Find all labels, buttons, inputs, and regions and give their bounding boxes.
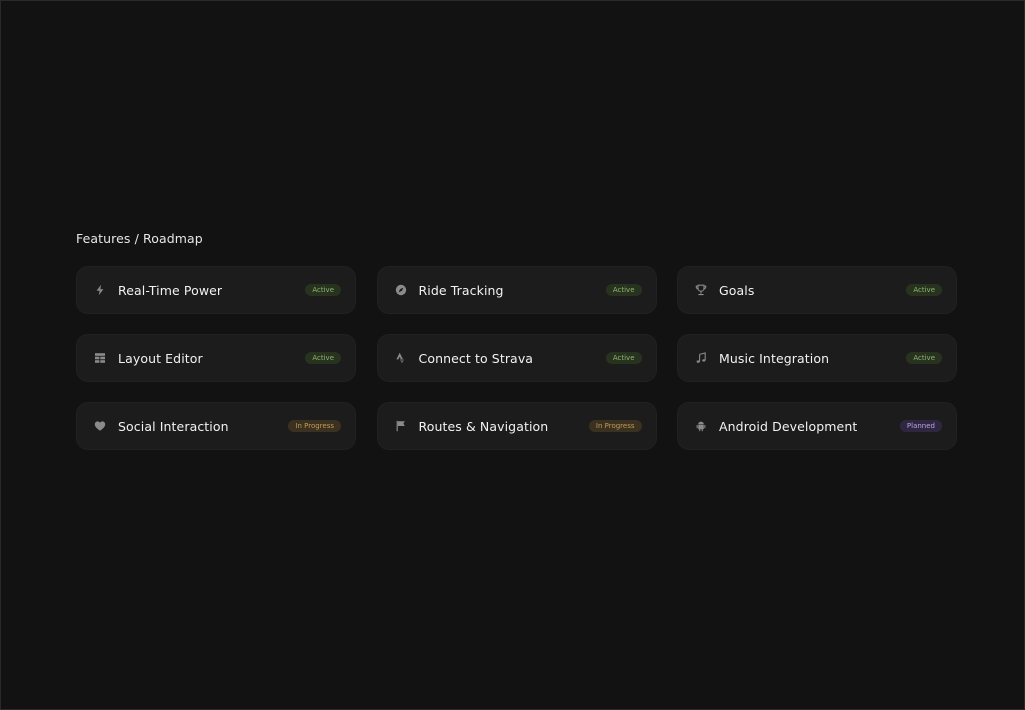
feature-label: Music Integration <box>719 350 830 366</box>
trophy-icon <box>695 284 707 296</box>
status-badge: In Progress <box>588 420 642 432</box>
feature-card-layout-editor[interactable]: Layout Editor Active <box>76 334 356 382</box>
flag-icon <box>395 420 407 432</box>
status-badge: Active <box>305 352 341 364</box>
status-badge: Active <box>605 352 642 364</box>
feature-label: Ride Tracking <box>418 282 504 298</box>
feature-label: Goals <box>719 282 755 298</box>
feature-card-android-development[interactable]: Android Development Planned <box>677 402 957 450</box>
features-grid: Real-Time Power Active Ride Tracking Act… <box>76 266 957 450</box>
feature-card-ride-tracking[interactable]: Ride Tracking Active <box>376 266 657 314</box>
feature-card-connect-to-strava[interactable]: Connect to Strava Active <box>376 334 657 382</box>
feature-label: Routes & Navigation <box>418 418 549 434</box>
heart-icon <box>94 420 106 432</box>
feature-card-music-integration[interactable]: Music Integration Active <box>677 334 957 382</box>
features-roadmap-section: Features / Roadmap Real-Time Power Activ… <box>76 231 957 450</box>
feature-label: Social Interaction <box>118 418 229 434</box>
music-note-icon <box>695 352 707 364</box>
feature-card-goals[interactable]: Goals Active <box>677 266 957 314</box>
status-badge: Planned <box>899 420 942 432</box>
compass-icon <box>395 284 407 296</box>
lightning-icon <box>94 284 106 296</box>
feature-card-social-interaction[interactable]: Social Interaction In Progress <box>76 402 356 450</box>
feature-label: Layout Editor <box>118 350 203 366</box>
feature-label: Connect to Strava <box>418 350 534 366</box>
feature-card-routes-navigation[interactable]: Routes & Navigation In Progress <box>376 402 657 450</box>
status-badge: In Progress <box>288 420 341 432</box>
status-badge: Active <box>605 284 642 296</box>
status-badge: Active <box>906 352 942 364</box>
status-badge: Active <box>305 284 341 296</box>
feature-label: Real-Time Power <box>118 282 223 298</box>
strava-icon <box>395 352 407 364</box>
layout-grid-icon <box>94 352 106 364</box>
status-badge: Active <box>906 284 942 296</box>
android-icon <box>695 420 707 432</box>
section-title: Features / Roadmap <box>76 231 203 246</box>
feature-label: Android Development <box>719 418 858 434</box>
feature-card-real-time-power[interactable]: Real-Time Power Active <box>76 266 356 314</box>
